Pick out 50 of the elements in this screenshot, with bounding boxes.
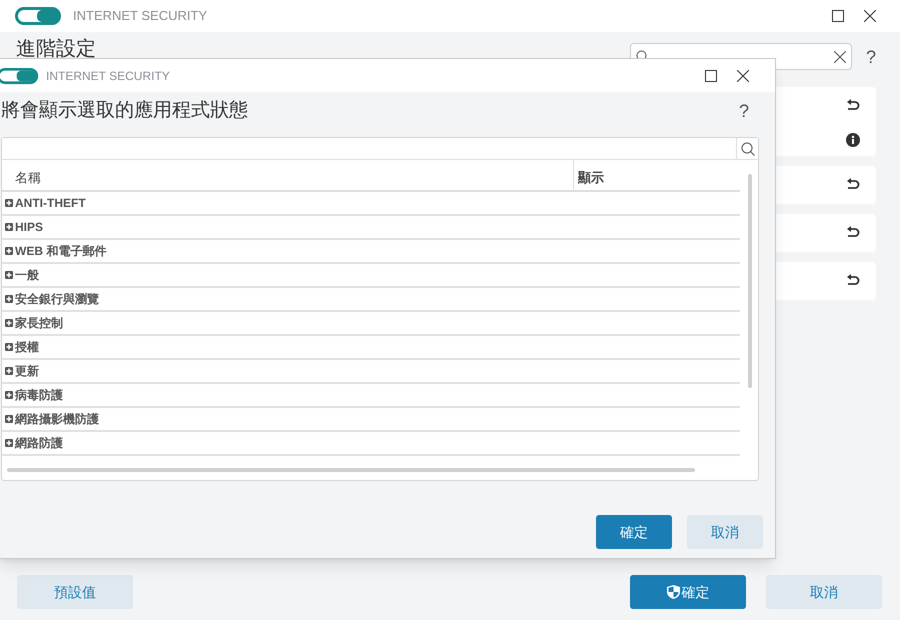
app-title: INTERNET SECURITY (46, 68, 170, 84)
dialog-heading: 將會顯示選取的應用程式狀態 (1, 99, 248, 124)
ok-button[interactable]: 確定 (630, 575, 746, 609)
clear-icon[interactable] (834, 50, 846, 62)
tree-item[interactable]: 病毒防護 (15, 386, 63, 404)
expand-icon[interactable] (5, 271, 13, 279)
info-icon[interactable] (846, 133, 860, 147)
expand-icon[interactable] (5, 439, 13, 447)
close-icon[interactable] (737, 70, 749, 82)
help-button[interactable]: ? (738, 98, 749, 125)
tree-item[interactable]: 更新 (15, 362, 39, 380)
expand-icon[interactable] (5, 247, 13, 255)
expand-icon[interactable] (5, 199, 13, 207)
cancel-button[interactable]: 取消 (687, 515, 763, 549)
tree-item[interactable]: 一般 (15, 266, 39, 284)
horizontal-scrollbar[interactable] (7, 468, 695, 472)
search-icon[interactable] (740, 142, 754, 156)
tree-item[interactable]: 授權 (15, 338, 39, 356)
undo-icon[interactable] (846, 99, 860, 113)
tree-item[interactable]: 網路防護 (15, 434, 63, 452)
maximize-icon[interactable] (705, 70, 717, 82)
filter-field[interactable] (2, 138, 758, 160)
shield-icon (666, 585, 680, 599)
close-icon[interactable] (864, 10, 876, 22)
column-header[interactable]: 顯示 (574, 160, 604, 190)
expand-icon[interactable] (5, 415, 13, 423)
cancel-button[interactable]: 取消 (766, 575, 882, 609)
undo-icon[interactable] (846, 226, 860, 240)
tree-item[interactable]: WEB 和電子郵件 (15, 242, 106, 260)
expand-icon[interactable] (5, 295, 13, 303)
tree-item[interactable]: ANTI-THEFT (15, 194, 86, 212)
tree-item[interactable]: 安全銀行與瀏覽 (15, 290, 99, 308)
app-title: INTERNET SECURITY (73, 7, 208, 26)
default-button[interactable]: 預設值 (17, 575, 133, 609)
expand-icon[interactable] (5, 319, 13, 327)
expand-icon[interactable] (5, 391, 13, 399)
tree-item[interactable]: 家長控制 (15, 314, 63, 332)
expand-icon[interactable] (5, 223, 13, 231)
help-button[interactable]: ? (866, 44, 876, 71)
expand-icon[interactable] (5, 367, 13, 375)
vertical-scrollbar[interactable] (748, 174, 752, 388)
undo-icon[interactable] (846, 274, 860, 288)
maximize-icon[interactable] (832, 10, 844, 22)
tree-item[interactable]: 網路攝影機防護 (15, 410, 99, 428)
ok-button[interactable]: 確定 (596, 515, 672, 549)
expand-icon[interactable] (5, 343, 13, 351)
tree-item[interactable]: HIPS (15, 218, 44, 236)
column-header[interactable]: 名稱 (2, 160, 574, 190)
undo-icon[interactable] (846, 178, 860, 192)
page-heading: 進階設定 (16, 38, 96, 60)
